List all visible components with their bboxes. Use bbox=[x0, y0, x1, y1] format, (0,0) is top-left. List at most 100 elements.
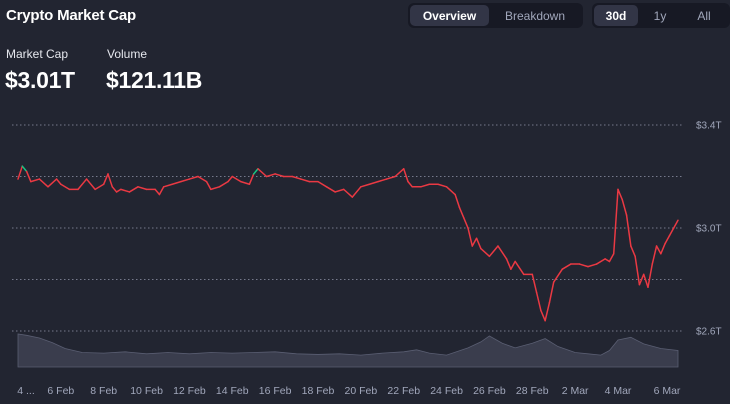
market-cap-segment bbox=[25, 170, 32, 183]
market-cap-segment bbox=[265, 173, 276, 178]
market-cap-segment bbox=[252, 168, 259, 175]
market-cap-segment bbox=[38, 178, 49, 188]
x-tick-label: 6 Mar bbox=[654, 385, 681, 397]
market-cap-segment bbox=[621, 198, 628, 216]
market-cap-segment bbox=[394, 168, 405, 178]
market-cap-segment bbox=[317, 180, 328, 188]
market-cap-segment bbox=[462, 216, 469, 229]
market-cap-chart: $3.4T $3.0T $2.6T 4 ... 6 Feb 8 Feb 10 Feb 12 … bbox=[12, 121, 722, 397]
market-cap-segment bbox=[325, 186, 336, 193]
market-cap-segment bbox=[595, 258, 606, 265]
market-cap-segment bbox=[240, 180, 251, 185]
x-axis: 4 ... 6 Feb 8 Feb 10 Feb 12 Feb 14 Feb 16 Feb 1… bbox=[17, 385, 681, 397]
market-cap-segment bbox=[128, 186, 139, 193]
market-cap-segment bbox=[102, 173, 109, 185]
market-cap-series bbox=[17, 165, 679, 322]
market-cap-segment bbox=[475, 237, 482, 250]
volume-series bbox=[17, 333, 679, 368]
market-cap-segment bbox=[445, 186, 456, 196]
grid-lines bbox=[12, 124, 684, 332]
x-tick-label: 12 Feb bbox=[173, 385, 206, 397]
x-tick-label: 28 Feb bbox=[516, 385, 549, 397]
market-cap-segment bbox=[608, 253, 615, 263]
x-tick-label: 4 ... bbox=[17, 385, 35, 397]
market-cap-segment bbox=[21, 165, 28, 173]
x-tick-label: 20 Feb bbox=[345, 385, 378, 397]
market-cap-segment bbox=[497, 245, 508, 260]
market-cap-segment bbox=[471, 237, 478, 247]
market-cap-segment bbox=[617, 188, 624, 201]
y-tick-label: $3.4T bbox=[696, 121, 722, 132]
market-cap-segment bbox=[630, 245, 636, 258]
market-cap-segment bbox=[334, 188, 345, 193]
market-cap-segment bbox=[248, 173, 255, 185]
market-cap-segment bbox=[210, 186, 221, 191]
market-cap-segment bbox=[154, 188, 161, 196]
market-cap-segment bbox=[107, 173, 114, 188]
market-cap-segment bbox=[385, 175, 396, 180]
x-tick-label: 10 Feb bbox=[130, 385, 163, 397]
market-cap-segment bbox=[514, 260, 525, 276]
market-cap-segment bbox=[218, 180, 229, 188]
x-tick-label: 18 Feb bbox=[302, 385, 335, 397]
market-cap-segment bbox=[197, 175, 208, 183]
market-cap-segment bbox=[162, 183, 174, 188]
market-cap-segment bbox=[488, 245, 499, 258]
market-cap-segment bbox=[668, 227, 675, 237]
market-cap-segment bbox=[531, 273, 538, 294]
y-tick-label: $3.0T bbox=[696, 224, 722, 235]
market-cap-segment bbox=[360, 183, 371, 188]
market-cap-segment bbox=[664, 234, 671, 245]
y-axis: $3.4T $3.0T $2.6T bbox=[696, 121, 722, 338]
x-tick-label: 22 Feb bbox=[387, 385, 420, 397]
market-cap-segment bbox=[137, 186, 148, 191]
market-cap-segment bbox=[651, 245, 658, 265]
market-cap-segment bbox=[612, 188, 619, 255]
market-cap-segment bbox=[257, 168, 268, 178]
market-cap-segment bbox=[505, 258, 512, 270]
market-cap-segment bbox=[94, 183, 105, 191]
market-cap-segment bbox=[30, 178, 41, 183]
market-cap-segment bbox=[672, 219, 679, 229]
market-cap-segment bbox=[642, 273, 649, 288]
market-cap-segment bbox=[655, 245, 662, 255]
x-tick-label: 14 Feb bbox=[216, 385, 249, 397]
market-cap-segment bbox=[510, 260, 516, 270]
volume-area bbox=[17, 333, 679, 368]
market-cap-segment bbox=[111, 186, 118, 193]
market-cap-segment bbox=[171, 180, 182, 185]
market-cap-segment bbox=[561, 263, 572, 270]
market-cap-segment bbox=[17, 165, 24, 180]
x-tick-label: 6 Feb bbox=[47, 385, 74, 397]
market-cap-segment bbox=[351, 186, 362, 198]
x-tick-label: 8 Feb bbox=[90, 385, 117, 397]
x-tick-label: 26 Feb bbox=[473, 385, 506, 397]
market-cap-segment bbox=[227, 175, 234, 183]
x-tick-label: 24 Feb bbox=[430, 385, 463, 397]
market-cap-segment bbox=[402, 168, 409, 183]
market-cap-segment bbox=[454, 193, 461, 209]
market-cap-segment bbox=[188, 175, 199, 180]
market-cap-segment bbox=[231, 175, 242, 183]
market-cap-segment bbox=[342, 188, 354, 198]
market-cap-segment bbox=[660, 242, 666, 255]
market-cap-segment bbox=[205, 180, 212, 191]
market-cap-segment bbox=[300, 178, 311, 183]
market-cap-segment bbox=[587, 263, 598, 268]
market-cap-segment bbox=[437, 183, 448, 188]
market-cap-segment bbox=[544, 301, 551, 322]
market-cap-segment bbox=[407, 180, 414, 188]
market-cap-segment bbox=[158, 186, 165, 196]
market-cap-segment bbox=[548, 281, 555, 304]
market-cap-segment bbox=[480, 247, 491, 258]
market-cap-segment bbox=[120, 188, 131, 193]
market-cap-segment bbox=[647, 263, 654, 288]
market-cap-segment bbox=[458, 206, 465, 219]
market-cap-segment bbox=[55, 178, 62, 185]
market-cap-segment bbox=[634, 255, 641, 286]
market-cap-segment bbox=[180, 178, 191, 183]
market-cap-segment bbox=[368, 180, 379, 185]
market-cap-segment bbox=[60, 183, 71, 191]
market-cap-segment bbox=[578, 263, 589, 268]
market-cap-segment bbox=[85, 178, 96, 191]
